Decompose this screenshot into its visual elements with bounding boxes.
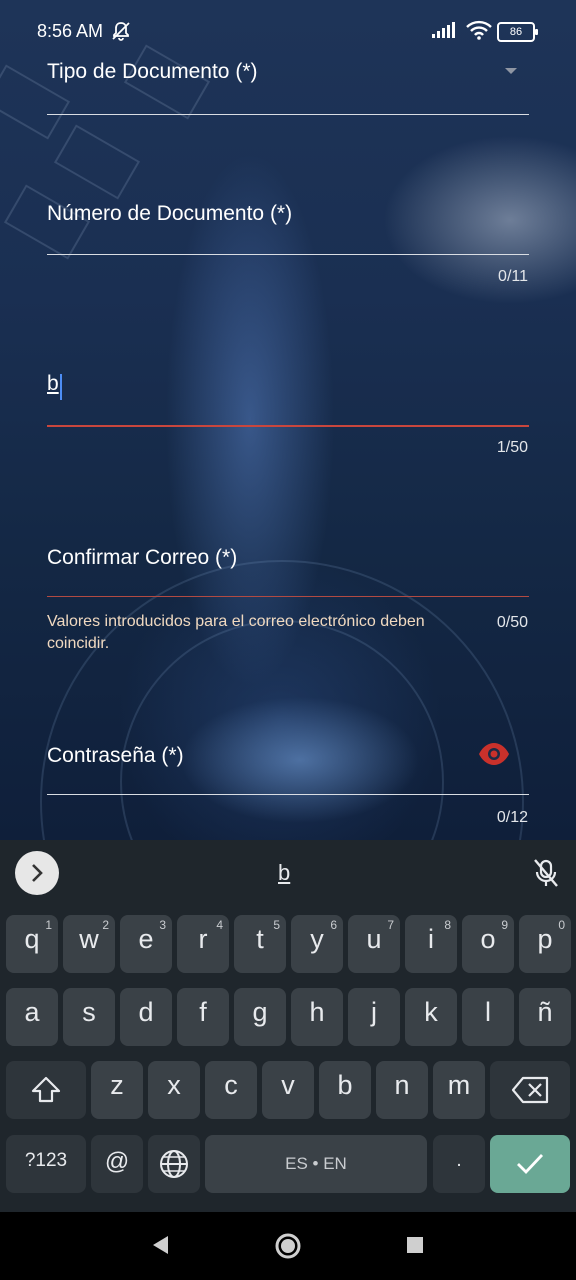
key-i[interactable]: i8 [405,915,457,973]
confirmar-correo-counter: 0/50 [496,614,528,631]
key-j[interactable]: j [348,988,400,1046]
battery-icon: 86 [497,22,538,42]
enter-key[interactable] [490,1135,570,1193]
navigation-bar [0,1212,576,1280]
key-g[interactable]: g [234,988,286,1046]
backspace-icon [511,1076,549,1104]
language-key[interactable] [148,1135,200,1193]
key-x[interactable]: x [148,1061,200,1119]
key-v[interactable]: v [262,1061,314,1119]
confirmar-correo-underline [47,596,529,597]
email-underline-focused [47,425,529,427]
period-key[interactable]: . [433,1135,485,1193]
home-icon[interactable] [274,1232,302,1260]
numero-documento-counter: 0/11 [498,268,528,285]
key-k[interactable]: k [405,988,457,1046]
key-n-tilde[interactable]: ñ [519,988,571,1046]
key-s[interactable]: s [63,988,115,1046]
shift-icon [31,1076,61,1103]
numero-documento-underline [47,254,529,255]
suggestion-bar: b [0,840,576,906]
space-key[interactable]: ES • EN [205,1135,427,1193]
text-caret [60,374,62,400]
wifi-icon [466,20,492,45]
confirmar-correo-label: Confirmar Correo (*) [47,546,238,569]
mute-icon [110,20,132,47]
checkmark-icon [517,1154,544,1175]
mic-off-icon[interactable] [532,858,560,893]
key-o[interactable]: o9 [462,915,514,973]
recents-icon[interactable] [406,1236,424,1254]
key-z[interactable]: z [91,1061,143,1119]
signal-icon [432,22,458,43]
key-y[interactable]: y6 [291,915,343,973]
background-image [0,0,576,840]
key-n[interactable]: n [376,1061,428,1119]
email-input[interactable]: b [47,372,59,396]
key-p[interactable]: p0 [519,915,571,973]
tipo-documento-underline [47,114,529,115]
suggestion-word[interactable]: b [278,860,290,886]
key-b[interactable]: b [319,1061,371,1119]
symbols-key[interactable]: ?123 [6,1135,86,1193]
dropdown-arrow-icon[interactable] [505,68,517,74]
confirmar-correo-error: Valores introducidos para el correo elec… [47,613,425,652]
status-time: 8:56 AM [37,21,104,41]
contrasena-underline [47,794,529,795]
key-r[interactable]: r4 [177,915,229,973]
expand-toolbar-button[interactable] [15,851,59,895]
shift-key[interactable] [6,1061,86,1119]
key-d[interactable]: d [120,988,172,1046]
back-icon[interactable] [150,1234,170,1256]
soft-keyboard: b q1 w2 e3 r4 t5 y6 u7 i8 o9 p0 a s d f … [0,840,576,1212]
key-c[interactable]: c [205,1061,257,1119]
key-l[interactable]: l [462,988,514,1046]
numero-documento-label: Número de Documento (*) [47,202,293,225]
key-f[interactable]: f [177,988,229,1046]
key-e[interactable]: e3 [120,915,172,973]
globe-icon [160,1150,188,1178]
eye-icon[interactable] [478,741,510,772]
contrasena-label: Contraseña (*) [47,744,184,767]
key-w[interactable]: w2 [63,915,115,973]
key-a[interactable]: a [6,988,58,1046]
tipo-documento-label: Tipo de Documento (*) [47,60,258,83]
at-key[interactable]: @ [91,1135,143,1193]
key-t[interactable]: t5 [234,915,286,973]
key-h[interactable]: h [291,988,343,1046]
email-counter: 1/50 [496,439,528,456]
key-m[interactable]: m [433,1061,485,1119]
backspace-key[interactable] [490,1061,570,1119]
status-bar: 8:56 AM 86 [0,0,576,64]
contrasena-counter: 0/12 [496,809,528,826]
key-u[interactable]: u7 [348,915,400,973]
key-q[interactable]: q1 [6,915,58,973]
